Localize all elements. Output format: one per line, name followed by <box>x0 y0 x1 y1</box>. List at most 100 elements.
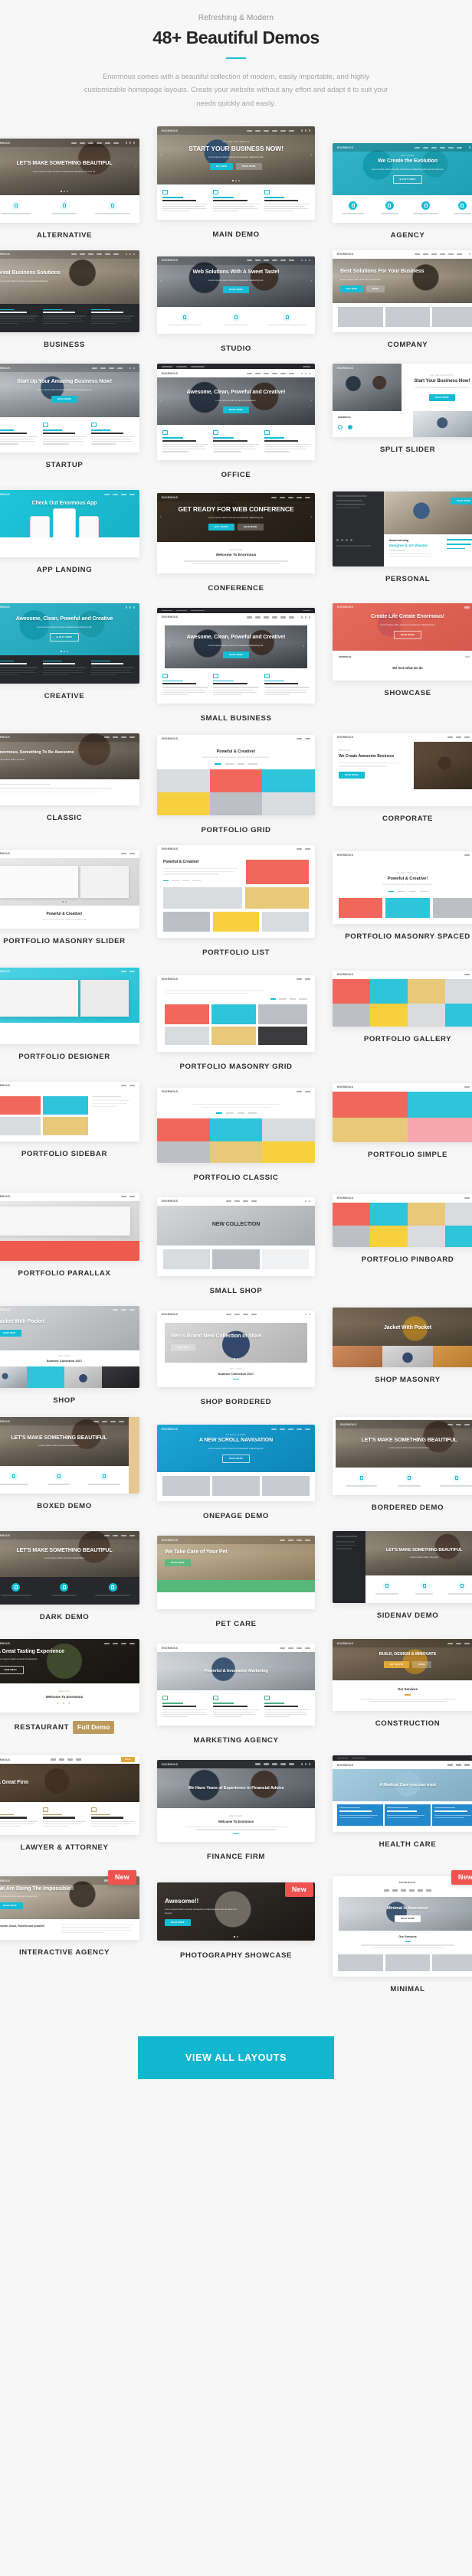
demo-card-bordered-demo[interactable]: ENORMOUS LET'S MAKE SOMETHING BEAUTIFUL … <box>333 1417 472 1512</box>
demo-thumbnail[interactable]: ENORMOUS WE ARE ENORMOUS START YOUR BUSI… <box>157 126 315 220</box>
demo-thumbnail[interactable]: ENORMOUS Enormous, Something To Be Aweso… <box>0 733 139 805</box>
demo-card-startup[interactable]: ENORMOUS Start Up Your Amazing Business … <box>0 364 139 469</box>
demo-card-office[interactable]: ENORMOUS Awesome, Clean, Poweful and Cre… <box>157 364 315 479</box>
demo-thumbnail[interactable]: ENORMOUS CALL A Great Firm <box>0 1755 139 1835</box>
demo-thumbnail[interactable]: ENORMOUS We Have Years of Experience in … <box>157 1760 315 1843</box>
demo-thumbnail[interactable]: ENORMOUS <box>333 1193 472 1247</box>
demo-thumbnail[interactable]: ENORMOUS Start Up Your Amazing Business … <box>0 364 139 453</box>
demo-thumbnail[interactable]: Jacket With Pocket <box>333 1307 472 1367</box>
demo-card-marketing-agency[interactable]: ENORMOUS Powerful & Innovative Marketing <box>157 1639 315 1745</box>
demo-thumbnail[interactable]: ENORMOUS <box>0 967 139 1044</box>
mini-features <box>157 306 315 335</box>
demo-card-portfolio-designer[interactable]: ENORMOUS PORTFOLIO DESIGNER <box>0 967 139 1061</box>
demo-card-shop[interactable]: ENORMOUS Jacket With Pocket SHOP NOW ‹› … <box>0 1305 139 1405</box>
demo-thumbnail[interactable]: New ENORMOUS We Are Doing The Impossible… <box>0 1870 139 1941</box>
demo-thumbnail[interactable]: ENORMOUS LET'S MAKE SOMETHING BEAUTIFUL … <box>0 139 139 223</box>
demo-card-portfolio-classic[interactable]: ENORMOUS PORTFOLIO CLASSIC <box>157 1082 315 1182</box>
demo-card-portfolio-masonry-slider[interactable]: ENORMOUS Poweful & Creative! Lorem ipsum… <box>0 845 139 945</box>
demo-card-construction[interactable]: ENORMOUS BUILD, DESIGN & INNOVATE GET QU… <box>333 1639 472 1728</box>
demo-card-portfolio-pinboard[interactable]: ENORMOUS PORTFOLIO PINBOARD <box>333 1193 472 1264</box>
demo-thumbnail[interactable]: ENORMOUS Poweful & Creative! <box>157 844 315 938</box>
demo-card-pet-care[interactable]: ENORMOUS We Take Care of Your Pet READ M… <box>157 1531 315 1628</box>
demo-card-health-care[interactable]: ENORMOUS A Medical Care you can trust HE… <box>333 1755 472 1849</box>
demo-thumbnail[interactable]: ENORMOUS Check Out Enormous App <box>0 490 139 558</box>
demo-thumbnail[interactable]: ENORMOUS LET'S MAKE SOMETHING BEAUTIFUL … <box>0 1417 139 1494</box>
demo-thumbnail[interactable]: ENORMOUS NEW COLLECTION <box>157 1197 315 1276</box>
demo-card-boxed-demo[interactable]: ENORMOUS LET'S MAKE SOMETHING BEAUTIFUL … <box>0 1417 139 1510</box>
demo-card-business[interactable]: ENORMOUS Great Business Solutions Lorem … <box>0 250 139 349</box>
demo-thumbnail[interactable]: New ENORMOUS Minimal Is Awesome! READ MO… <box>333 1870 472 1977</box>
demo-thumbnail[interactable]: ENORMOUS Awesome, Clean, Poweful and Cre… <box>157 607 315 704</box>
demo-thumbnail[interactable]: ENORMOUS <box>157 1087 315 1163</box>
demo-card-agency[interactable]: ENORMOUS WELCOME We Create the Evolution… <box>333 126 472 240</box>
demo-thumbnail[interactable]: ENORMOUS A Great Tasting Experience Lore… <box>0 1639 139 1713</box>
demo-thumbnail[interactable]: ENORMOUS Men's Brand New Collection in S… <box>157 1310 315 1388</box>
view-all-layouts-button[interactable]: VIEW ALL LAYOUTS <box>137 2036 335 2079</box>
demo-thumbnail[interactable]: ENORMOUS BUILD, DESIGN & INNOVATE GET QU… <box>333 1639 472 1712</box>
demo-card-corporate[interactable]: ENORMOUS WELCOME We Create Awesome Busin… <box>333 733 472 823</box>
demo-card-personal[interactable]: READ MORE Award winning Designer & Art d… <box>333 490 472 583</box>
demo-card-shop-bordered[interactable]: ENORMOUS Men's Brand New Collection in S… <box>157 1306 315 1406</box>
demo-thumbnail[interactable]: ENORMOUS Best Solutions For Your Busines… <box>333 250 472 332</box>
demo-thumbnail[interactable]: ENORMOUS WELCOME We Create Awesome Busin… <box>333 733 472 806</box>
demo-thumbnail[interactable]: ENORMOUS Great Business Solutions Lorem … <box>0 250 139 332</box>
demo-card-app-landing[interactable]: ENORMOUS Check Out Enormous App APP LAND… <box>0 490 139 574</box>
demo-thumbnail[interactable]: ENORMOUS Jacket With Pocket SHOP NOW ‹› … <box>0 1305 139 1388</box>
demo-thumbnail[interactable]: ENORMOUS Poweful & Creative! Lorem ipsum… <box>157 734 315 815</box>
demo-thumbnail[interactable]: ENORMOUS <box>0 1192 139 1261</box>
demo-card-portfolio-sidebar[interactable]: ENORMOUS <box>0 1081 139 1158</box>
demo-card-studio[interactable]: ENORMOUS Web Solutions With A Sweet Tast… <box>157 250 315 353</box>
demo-row: ENORMOUS Enormous, Something To Be Aweso… <box>0 733 472 834</box>
demo-card-portfolio-parallax[interactable]: ENORMOUS PORTFOLIO PARALLAX <box>0 1192 139 1278</box>
demo-thumbnail[interactable]: READ MORE Award winning Designer & Art d… <box>333 491 472 567</box>
demo-card-sidenav-demo[interactable]: LET'S MAKE SOMETHING BEAUTIFUL Lorem ips… <box>333 1531 472 1620</box>
demo-card-portfolio-simple[interactable]: ENORMOUS PORTFOLIO SIMPLE <box>333 1082 472 1159</box>
demo-thumbnail[interactable]: ENORMOUS WE ARE CREATIVE Poweful & Creat… <box>333 851 472 925</box>
demo-card-portfolio-masonry-spaced[interactable]: ENORMOUS WE ARE CREATIVE Poweful & Creat… <box>333 845 472 941</box>
demo-card-dark-demo[interactable]: ENORMOUS LET'S MAKE SOMETHING BEAUTIFUL … <box>0 1531 139 1621</box>
demo-thumbnail[interactable]: ENORMOUS SCROLL DOWN A NEW SCROLL NAVIGA… <box>157 1425 315 1502</box>
demo-thumbnail[interactable]: ENORMOUS Poweful & Creative! Lorem ipsum… <box>0 849 139 929</box>
demo-card-interactive-agency[interactable]: New ENORMOUS We Are Doing The Impossible… <box>0 1870 139 1957</box>
demo-thumbnail[interactable]: ENORMOUS <box>0 1081 139 1141</box>
demo-card-creative[interactable]: ENORMOUS Awesome, Clean, Poweful and Cre… <box>0 602 139 700</box>
demo-card-finance-firm[interactable]: ENORMOUS We Have Years of Experience in … <box>157 1755 315 1861</box>
demo-card-showcase[interactable]: ENORMOUS Create Life Create Enormous! Lo… <box>333 602 472 697</box>
demo-thumbnail[interactable]: ENORMOUS LET'S MAKE SOMETHING BEAUTIFUL … <box>333 1417 472 1495</box>
demo-card-small-shop[interactable]: ENORMOUS NEW COLLECTION SMALL SHOP <box>157 1193 315 1295</box>
demo-thumbnail[interactable]: ENORMOUS We Take Care of Your Pet READ M… <box>157 1536 315 1610</box>
demo-thumbnail[interactable]: ENORMOUS WE ARE ENORMOUS Start Your Busi… <box>333 364 472 438</box>
demo-thumbnail[interactable]: New Awesome!! Lorem ipsum dolor sit amet… <box>157 1882 315 1941</box>
demo-thumbnail[interactable]: ENORMOUS A Medical Care you can trust <box>333 1755 472 1833</box>
demo-card-small-business[interactable]: ENORMOUS Awesome, Clean, Poweful and Cre… <box>157 603 315 723</box>
demo-thumbnail[interactable]: ENORMOUS <box>333 1082 472 1142</box>
demo-card-shop-masonry[interactable]: Jacket With Pocket SHOP MASONRY <box>333 1306 472 1384</box>
demo-thumbnail[interactable]: ENORMOUS Awesome, Clean, Poweful and Cre… <box>0 602 139 684</box>
demo-card-minimal[interactable]: New ENORMOUS Minimal Is Awesome! READ MO… <box>333 1870 472 1993</box>
demo-thumbnail[interactable]: ENORMOUS <box>157 975 315 1052</box>
demo-card-lawyer-attorney[interactable]: ENORMOUS CALL A Great Firm <box>0 1755 139 1852</box>
demo-card-photography-showcase[interactable]: New Awesome!! Lorem ipsum dolor sit amet… <box>157 1876 315 1960</box>
demo-card-company[interactable]: ENORMOUS Best Solutions For Your Busines… <box>333 250 472 349</box>
demo-card-alternative[interactable]: ENORMOUS LET'S MAKE SOMETHING BEAUTIFUL … <box>0 126 139 240</box>
demo-thumbnail[interactable]: ENORMOUS GET READY FOR WEB CONFERENCE Lo… <box>157 493 315 573</box>
demo-card-portfolio-gallery[interactable]: ENORMOUS PORTFOLIO GALLERY <box>333 968 472 1043</box>
demo-card-split-slider[interactable]: ENORMOUS WE ARE ENORMOUS Start Your Busi… <box>333 364 472 454</box>
demo-thumbnail[interactable]: ENORMOUS Powerful & Innovative Marketing <box>157 1644 315 1726</box>
demo-thumbnail[interactable]: ENORMOUS <box>333 970 472 1027</box>
demo-card-classic[interactable]: ENORMOUS Enormous, Something To Be Aweso… <box>0 733 139 822</box>
demo-card-onepage-demo[interactable]: ENORMOUS SCROLL DOWN A NEW SCROLL NAVIGA… <box>157 1417 315 1520</box>
demo-card-main-demo[interactable]: ENORMOUS WE ARE ENORMOUS START YOUR BUSI… <box>157 126 315 239</box>
demo-thumbnail[interactable]: ENORMOUS Web Solutions With A Sweet Tast… <box>157 256 315 335</box>
demo-card-portfolio-grid[interactable]: ENORMOUS Poweful & Creative! Lorem ipsum… <box>157 733 315 834</box>
demo-card-conference[interactable]: ENORMOUS GET READY FOR WEB CONFERENCE Lo… <box>157 490 315 593</box>
demo-card-portfolio-list[interactable]: ENORMOUS Poweful & Creative! PORTFOLIO L… <box>157 844 315 957</box>
demo-thumbnail[interactable]: ENORMOUS LET'S MAKE SOMETHING BEAUTIFUL … <box>0 1531 139 1605</box>
demo-card-portfolio-masonry-grid[interactable]: ENORMOUS PORTFOLIO MASONRY GRID <box>157 968 315 1071</box>
demo-thumbnail[interactable]: ENORMOUS Create Life Create Enormous! Lo… <box>333 602 472 681</box>
demo-thumbnail[interactable]: LET'S MAKE SOMETHING BEAUTIFUL Lorem ips… <box>333 1531 472 1603</box>
demo-thumbnail[interactable]: ENORMOUS WELCOME We Create the Evolution… <box>333 143 472 223</box>
full-demo-badge[interactable]: Full Demo <box>72 1721 115 1735</box>
demo-card-restaurant[interactable]: ENORMOUS A Great Tasting Experience Lore… <box>0 1639 139 1735</box>
demo-thumbnail[interactable]: ENORMOUS Awesome, Clean, Poweful and Cre… <box>157 364 315 461</box>
